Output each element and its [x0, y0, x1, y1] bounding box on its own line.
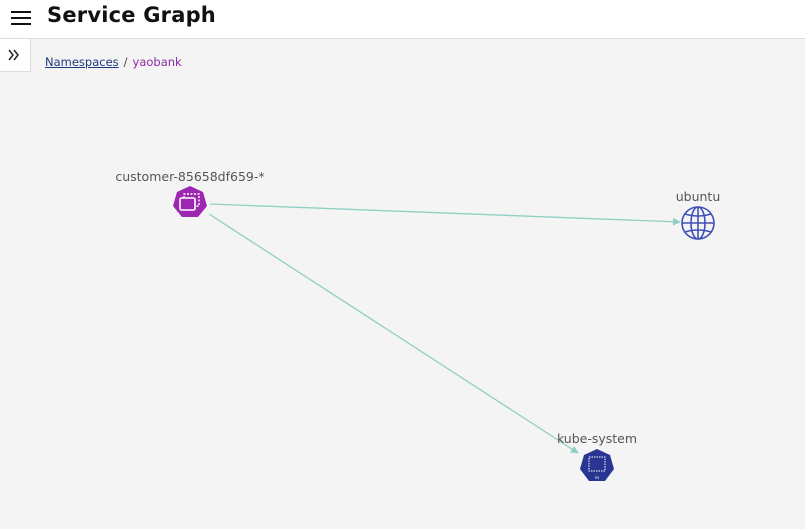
top-bar: Service Graph	[0, 0, 805, 39]
hamburger-icon[interactable]	[11, 9, 33, 27]
graph-node-kube-system[interactable]: kube-system ns	[557, 431, 637, 481]
breadcrumb-link-namespaces[interactable]: Namespaces	[45, 55, 119, 69]
globe-icon	[681, 206, 715, 240]
sidebar-toggle-button[interactable]	[0, 39, 31, 72]
node-label: kube-system	[557, 431, 637, 446]
double-chevron-right-icon	[8, 49, 19, 61]
graph-node-ubuntu[interactable]: ubuntu	[676, 189, 721, 240]
breadcrumb-current-namespace: yaobank	[132, 55, 182, 69]
graph-edge-customer-to-ubuntu[interactable]	[209, 203, 681, 226]
page-title: Service Graph	[47, 3, 216, 27]
node-label: ubuntu	[676, 189, 721, 204]
service-graph-canvas[interactable]: customer-85658df659-* ubuntu kube-system…	[0, 72, 805, 529]
graph-edge-customer-to-kube-system[interactable]	[208, 213, 579, 454]
pod-icon	[173, 186, 207, 217]
breadcrumb: Namespaces / yaobank	[45, 55, 182, 69]
namespace-icon: ns	[580, 449, 614, 481]
graph-node-customer[interactable]: customer-85658df659-*	[115, 169, 265, 217]
node-label: customer-85658df659-*	[115, 169, 264, 184]
svg-text:ns: ns	[595, 475, 600, 480]
breadcrumb-separator: /	[123, 55, 128, 69]
